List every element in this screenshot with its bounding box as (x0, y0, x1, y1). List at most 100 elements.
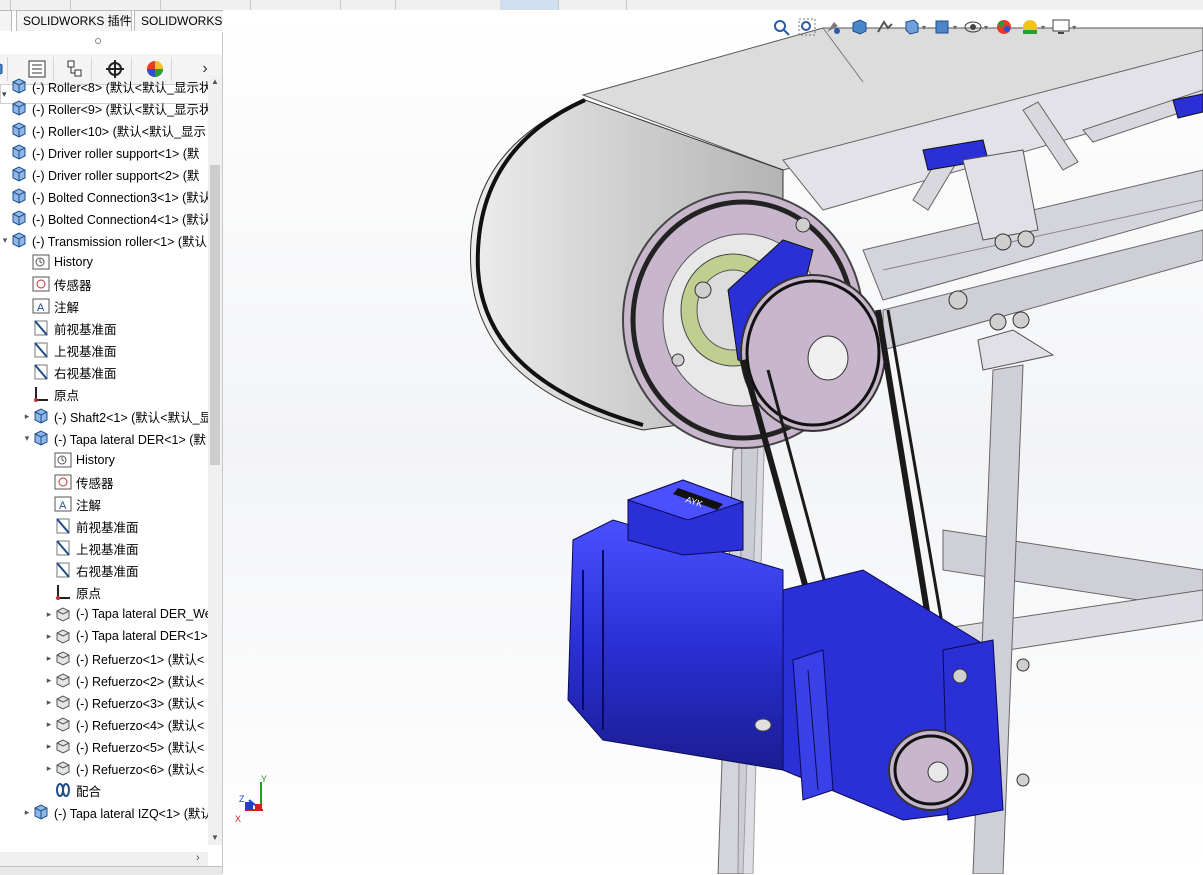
tree-item[interactable]: ▸ (-) Refuerzo<5> (默认< (0, 735, 208, 757)
tree-item[interactable]: ▸ (-) Shaft2<1> (默认<默认_显 (0, 405, 208, 427)
triad-z-label: Z (239, 794, 245, 804)
scrollbar-thumb[interactable] (210, 165, 220, 465)
plane-icon (32, 341, 50, 359)
expand-arrow-icon[interactable]: ▸ (22, 405, 32, 427)
expand-arrow-icon[interactable]: ▸ (44, 691, 54, 713)
ribbon-segment[interactable] (395, 0, 501, 10)
annotation-icon: A (54, 495, 72, 513)
expand-arrow-icon[interactable]: ▸ (44, 625, 54, 647)
plane-icon (32, 363, 50, 381)
chevron-down-icon[interactable]: ▾ (1041, 23, 1045, 32)
feature-icon (54, 715, 72, 733)
chevron-down-icon[interactable]: ▾ (953, 23, 957, 32)
tree-item-label: (-) Refuerzo<5> (默认< (76, 740, 205, 755)
zoom-to-area-icon[interactable] (797, 17, 817, 37)
tree-item[interactable]: ▾ (-) Tapa lateral DER<1> (默 (0, 427, 208, 449)
feature-icon (54, 649, 72, 667)
tree-item[interactable]: ▸ (-) Refuerzo<4> (默认< (0, 713, 208, 735)
tab-partial[interactable] (0, 10, 12, 31)
expand-arrow-icon[interactable]: ▸ (44, 713, 54, 735)
tab-solidworks-addins[interactable]: SOLIDWORKS 插件 (16, 10, 132, 31)
tree-item[interactable]: 右视基准面 (0, 361, 208, 383)
tree-item[interactable]: ▸ (-) Refuerzo<3> (默认< (0, 691, 208, 713)
scroll-down-icon[interactable]: ▼ (211, 833, 219, 842)
expand-arrow-icon[interactable]: ▸ (44, 757, 54, 779)
tree-item[interactable]: 传感器 (0, 273, 208, 295)
section-view-icon[interactable] (849, 17, 869, 37)
tree-item[interactable]: ▸ (-) Refuerzo<1> (默认< (0, 647, 208, 669)
tree-item[interactable]: (-) Roller<8> (默认<默认_显示状 (0, 75, 208, 97)
panel-grip-icon[interactable] (95, 38, 101, 44)
conveyor-model-render[interactable]: AYK X Y Z (223, 10, 1203, 874)
apply-scene-icon[interactable] (1020, 17, 1040, 37)
expand-arrow-icon[interactable]: ▸ (44, 669, 54, 691)
chevron-down-icon[interactable]: ▾ (984, 23, 988, 32)
chevron-down-icon[interactable]: ▾ (922, 23, 926, 32)
feature-icon (54, 671, 72, 689)
tree-item[interactable]: 前视基准面 (0, 515, 208, 537)
zoom-to-fit-icon[interactable] (771, 17, 791, 37)
ribbon-segment[interactable] (250, 0, 341, 10)
tree-vertical-scrollbar[interactable]: ▲ ▼ (208, 75, 222, 845)
collapse-arrow-icon[interactable]: ▾ (0, 229, 10, 251)
ribbon-segment[interactable] (160, 0, 251, 10)
tree-item-label: 右视基准面 (76, 564, 139, 579)
tree-item[interactable]: History (0, 251, 208, 273)
expand-arrow-icon[interactable]: ▸ (22, 801, 32, 823)
expand-arrow-icon[interactable]: ▸ (44, 647, 54, 669)
tree-item[interactable]: 原点 (0, 383, 208, 405)
tree-item[interactable]: 配合 (0, 779, 208, 801)
tree-item[interactable]: (-) Bolted Connection4<1> (默认 (0, 207, 208, 229)
tree-item[interactable]: 原点 (0, 581, 208, 603)
ribbon-segment[interactable] (70, 0, 161, 10)
tree-item[interactable]: (-) Bolted Connection3<1> (默认 (0, 185, 208, 207)
tree-item[interactable]: (-) Roller<9> (默认<默认_显示状 (0, 97, 208, 119)
tree-item[interactable]: 上视基准面 (0, 537, 208, 559)
ribbon-segment[interactable] (340, 0, 396, 10)
tree-item[interactable]: (-) Driver roller support<1> (默 (0, 141, 208, 163)
tree-item-label: (-) Roller<8> (默认<默认_显示状 (32, 80, 208, 95)
expand-arrow-icon[interactable]: ▸ (44, 603, 54, 625)
expand-arrow-icon[interactable]: ▸ (44, 735, 54, 757)
hide-show-items-icon[interactable] (963, 17, 983, 37)
tree-item[interactable]: ▸ (-) Tapa lateral DER_We (0, 603, 208, 625)
tree-item[interactable]: ▸ (-) Refuerzo<2> (默认< (0, 669, 208, 691)
tree-item[interactable]: ▾ (-) Transmission roller<1> (默认 (0, 229, 208, 251)
view-orientation-icon[interactable] (901, 17, 921, 37)
previous-view-icon[interactable] (823, 17, 843, 37)
scroll-up-icon[interactable]: ▲ (211, 77, 219, 86)
plane-icon (54, 561, 72, 579)
tree-item[interactable]: A 注解 (0, 295, 208, 317)
collapse-arrow-icon[interactable]: ▾ (22, 427, 32, 449)
edit-appearance-icon[interactable] (994, 17, 1014, 37)
tree-item[interactable]: 右视基准面 (0, 559, 208, 581)
tree-horizontal-scrollbar[interactable]: › (0, 852, 208, 866)
ribbon-segment[interactable] (10, 0, 71, 10)
graphics-viewport[interactable]: AYK X Y Z ▾ ▾ ▾ ▾ ▾ (223, 10, 1203, 874)
tree-item[interactable]: ▸ (-) Tapa lateral DER<1> (0, 625, 208, 647)
feature-icon (54, 627, 72, 645)
display-style-icon[interactable] (932, 17, 952, 37)
view-settings-icon[interactable] (1051, 17, 1071, 37)
chevron-down-icon[interactable]: ▾ (1072, 23, 1076, 32)
tree-item[interactable]: 传感器 (0, 471, 208, 493)
tree-item[interactable]: A 注解 (0, 493, 208, 515)
dynamic-annotation-icon[interactable] (875, 17, 895, 37)
tree-item[interactable]: (-) Roller<10> (默认<默认_显示 (0, 119, 208, 141)
ribbon-segment[interactable] (558, 0, 627, 10)
tree-item[interactable]: (-) Driver roller support<2> (默 (0, 163, 208, 185)
tree-item[interactable]: 上视基准面 (0, 339, 208, 361)
scroll-right-icon[interactable]: › (196, 852, 200, 864)
tree-item[interactable]: 前视基准面 (0, 317, 208, 339)
ribbon-segment-selected[interactable] (500, 0, 559, 10)
tree-item[interactable]: History (0, 449, 208, 471)
tree-item[interactable]: ▸ (-) Refuerzo<6> (默认< (0, 757, 208, 779)
tree-item[interactable]: ▸ (-) Tapa lateral IZQ<1> (默认 (0, 801, 208, 823)
